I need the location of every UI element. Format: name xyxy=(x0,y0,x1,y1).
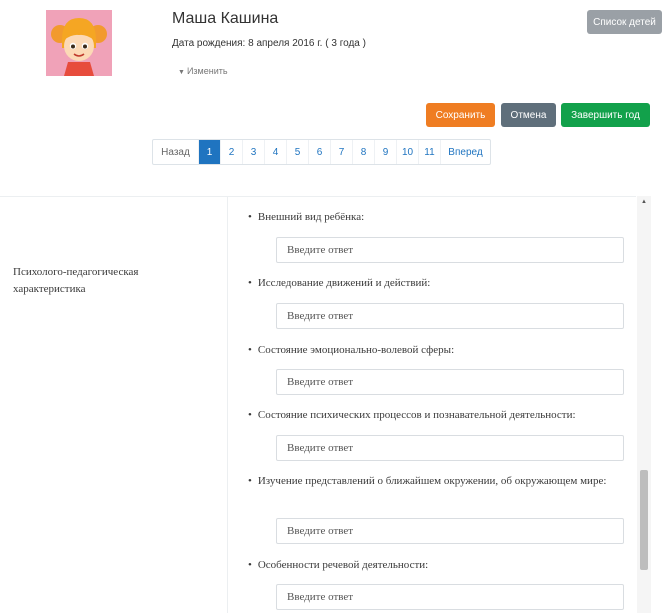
cancel-button[interactable]: Отмена xyxy=(501,103,556,127)
finish-year-button[interactable]: Завершить год xyxy=(561,103,650,127)
answer-input[interactable] xyxy=(276,518,624,544)
girl-cartoon-icon xyxy=(46,10,112,76)
section-label: Психолого-педагогическая характеристика xyxy=(13,266,139,295)
caret-down-icon: ▼ xyxy=(178,69,185,76)
bullet-icon: • xyxy=(248,559,252,571)
bullet-icon: • xyxy=(248,409,252,421)
scroll-up-arrow-icon[interactable]: ▲ xyxy=(641,199,647,205)
answer-input[interactable] xyxy=(276,303,624,329)
page-8[interactable]: 8 xyxy=(352,140,374,164)
page-3[interactable]: 3 xyxy=(242,140,264,164)
answer-input[interactable] xyxy=(276,584,624,610)
question-item: • Состояние эмоционально-волевой сферы: xyxy=(248,342,618,359)
page-11[interactable]: 11 xyxy=(418,140,440,164)
question-text: Внешний вид ребёнка: xyxy=(257,211,365,223)
pagination: Назад 1 2 3 4 5 6 7 8 9 10 11 Вперед xyxy=(152,139,491,165)
page-7[interactable]: 7 xyxy=(330,140,352,164)
bullet-icon: • xyxy=(248,475,252,487)
edit-label: Изменить xyxy=(186,66,228,76)
page-10[interactable]: 10 xyxy=(396,140,418,164)
question-item: • Исследование движений и действий: xyxy=(248,275,618,292)
question-text: Особенности речевой деятельности: xyxy=(257,559,429,571)
bullet-icon: • xyxy=(248,344,252,356)
question-item: • Состояние психических процессов и позна… xyxy=(248,407,618,424)
page-5[interactable]: 5 xyxy=(286,140,308,164)
children-list-button[interactable]: Список детей xyxy=(587,10,662,34)
question-text: Изучение представлений о ближайшем окруж… xyxy=(257,475,607,487)
page-1[interactable]: 1 xyxy=(198,140,220,164)
child-avatar xyxy=(46,10,112,76)
question-item: • Внешний вид ребёнка: xyxy=(248,209,618,226)
question-text: Исследование движений и действий: xyxy=(257,277,431,289)
page-6[interactable]: 6 xyxy=(308,140,330,164)
answer-input[interactable] xyxy=(276,435,624,461)
pagination-next[interactable]: Вперед xyxy=(440,140,490,164)
scrollbar-thumb[interactable] xyxy=(640,470,648,570)
page-2[interactable]: 2 xyxy=(220,140,242,164)
question-item: • Изучение представлений о ближайшем окру… xyxy=(248,473,618,490)
column-divider xyxy=(227,196,228,613)
child-name: Маша Кашина xyxy=(172,10,279,27)
question-item: • Особенности речевой деятельности: xyxy=(248,557,618,574)
page-9[interactable]: 9 xyxy=(374,140,396,164)
answer-input[interactable] xyxy=(276,237,624,263)
page-4[interactable]: 4 xyxy=(264,140,286,164)
question-text: Состояние психических процессов и познав… xyxy=(257,409,576,421)
bullet-icon: • xyxy=(248,211,252,223)
save-button[interactable]: Сохранить xyxy=(426,103,495,127)
edit-toggle[interactable]: ▼ Изменить xyxy=(178,66,228,76)
bullet-icon: • xyxy=(248,277,252,289)
answer-input[interactable] xyxy=(276,369,624,395)
birth-date: Дата рождения: 8 апреля 2016 г. ( 3 года… xyxy=(172,38,366,49)
question-text: Состояние эмоционально-волевой сферы: xyxy=(257,344,455,356)
pagination-prev[interactable]: Назад xyxy=(153,140,198,164)
